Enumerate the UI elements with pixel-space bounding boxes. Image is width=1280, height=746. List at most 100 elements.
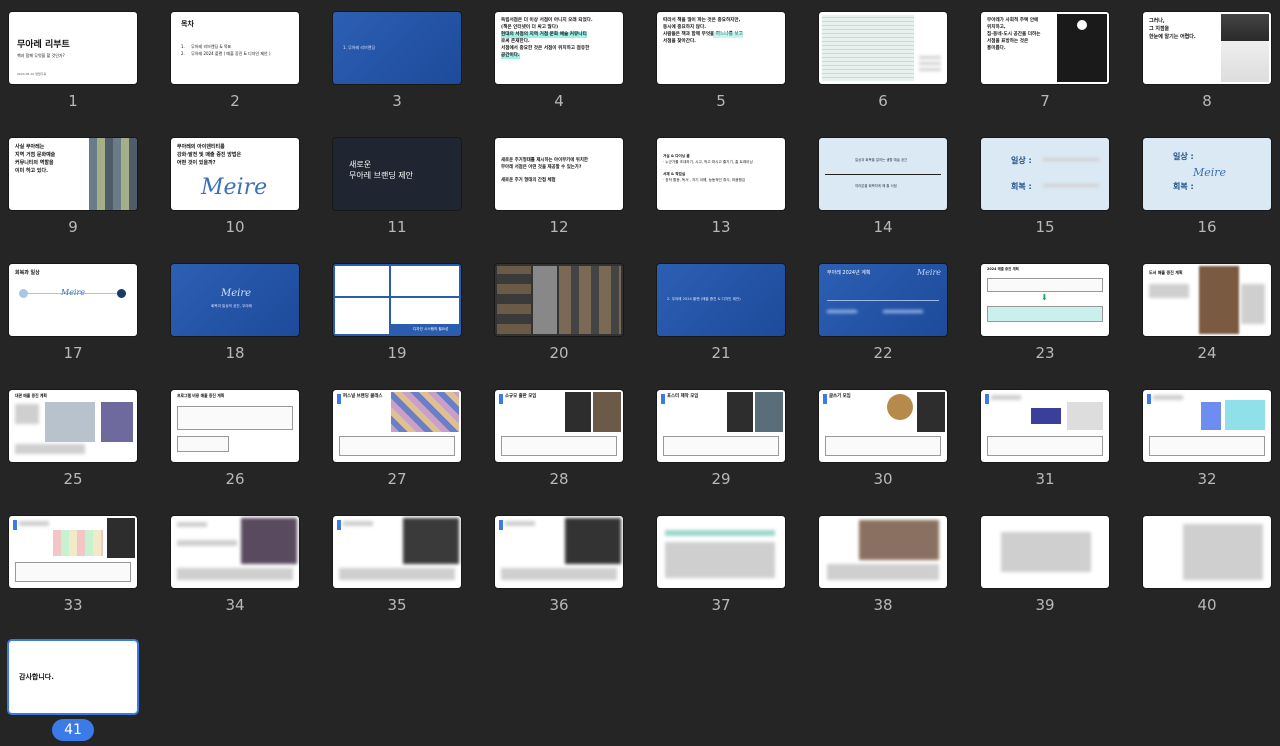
- slide-thumbnail[interactable]: 무아레 2024년 계획 Meire 22: [819, 264, 951, 368]
- slide-thumbnail[interactable]: 목차 1. 무아레 리브랜딩 & 목표 2. 무아레 2024 플랜 ( 매출 …: [171, 12, 303, 116]
- slide-thumbnail[interactable]: 무아레 리부트 책과 함께 무엇을 할 것인가? 2024.05.10 영업기획…: [9, 12, 141, 116]
- slide-thumbnail[interactable]: 프로그램 비용 매출 증진 계획 26: [171, 390, 303, 494]
- slide-thumbnail[interactable]: 1. 무아레 리브랜딩 3: [333, 12, 465, 116]
- slide-12-preview[interactable]: 새로운 주거형태를 제시하는 아이부키에 위치한 무아레 서점은 어떤 것을 제…: [495, 138, 623, 210]
- slide-thumbnail[interactable]: 그러나, 그 지점을 한눈에 알기는 어렵다. 8: [1143, 12, 1275, 116]
- slide-7-preview[interactable]: 무아레가 사회적 주택 안에 위치하고, 집-동네-도시 공간을 더하는 서점을…: [981, 12, 1109, 84]
- slide-22-preview[interactable]: 무아레 2024년 계획 Meire: [819, 264, 947, 336]
- slide-11-preview[interactable]: 새로운 무아레 브랜딩 제안: [333, 138, 461, 210]
- slide-29-preview[interactable]: 포스터 제작 모임: [657, 390, 785, 462]
- slide-32-preview[interactable]: [1143, 390, 1271, 462]
- slide-15-preview[interactable]: 일상 : 회복 :: [981, 138, 1109, 210]
- slide-thumbnail[interactable]: 2024 매출 증진 계획 ⬇ 23: [981, 264, 1113, 368]
- slide-thumbnail[interactable]: 35: [333, 516, 465, 620]
- slide-thumbnail[interactable]: 회복과 일상 Meire 17: [9, 264, 141, 368]
- slide-thumbnail[interactable]: 37: [657, 516, 789, 620]
- slide-1-preview[interactable]: 무아레 리부트 책과 함께 무엇을 할 것인가? 2024.05.10 영업기획: [9, 12, 137, 84]
- slide-19-preview[interactable]: 디자인 시스템의 필요성: [333, 264, 461, 336]
- slide-18-preview[interactable]: Meire 회복과 일상의 공간, 무아레: [171, 264, 299, 336]
- slide-28-preview[interactable]: 소규모 출판 모임: [495, 390, 623, 462]
- slide-25-preview[interactable]: 대관 매출 증진 계획: [9, 390, 137, 462]
- slide-41-preview[interactable]: 감사합니다.: [9, 641, 137, 713]
- slide-21-preview[interactable]: 2. 무아레 2024 플랜 (매출 증진 & 디자인 제안): [657, 264, 785, 336]
- slide-39-preview[interactable]: [981, 516, 1109, 588]
- slide-27-preview[interactable]: 퍼스널 브랜딩 클래스: [333, 390, 461, 462]
- slide-number: 16: [1197, 218, 1217, 236]
- slide-9-preview[interactable]: 사실 무아레는 지역 거점 문화예술 커뮤니티의 역할을 이미 하고 있다.: [9, 138, 137, 210]
- slide-thumbnail[interactable]: 무아레의 아이덴티티를 강화·발전 및 매출 증진 방법은 어떤 것이 있을까?…: [171, 138, 303, 242]
- photo: [101, 402, 133, 442]
- slide-30-preview[interactable]: 글쓰기 모임: [819, 390, 947, 462]
- slide-34-preview[interactable]: [171, 516, 299, 588]
- slide-24-preview[interactable]: 도서 매출 증진 계획: [1143, 264, 1271, 336]
- slide-thumbnail[interactable]: 6: [819, 12, 951, 116]
- slide-thumbnail[interactable]: 33: [9, 516, 141, 620]
- slide-thumbnail[interactable]: 2. 무아레 2024 플랜 (매출 증진 & 디자인 제안) 21: [657, 264, 789, 368]
- blurred-table: [339, 568, 455, 580]
- slide-thumbnail[interactable]: 31: [981, 390, 1113, 494]
- slide-thumbnail[interactable]: 38: [819, 516, 951, 620]
- slide-4-preview[interactable]: 독립서점은 더 이상 서점이 아니지 오래 되었다. (책은 인터넷이 더 싸고…: [495, 12, 623, 84]
- slide-6-preview[interactable]: [819, 12, 947, 84]
- slide-thumbnail[interactable]: 거실 & 다이닝 룸 · 누군가를 초대하기, 시고, 먹고 마시고 즐기기, …: [657, 138, 789, 242]
- slide-thumbnail[interactable]: 도서 매출 증진 계획 24: [1143, 264, 1275, 368]
- slide-17-preview[interactable]: 회복과 일상 Meire: [9, 264, 137, 336]
- slide-thumbnail[interactable]: 일상 : 회복 : 15: [981, 138, 1113, 242]
- slide-line: (책은 인터넷이 더 싸고 많다): [501, 25, 559, 30]
- slide-thumbnail[interactable]: 39: [981, 516, 1113, 620]
- slide-16-preview[interactable]: 일상 : Meire 회복 :: [1143, 138, 1271, 210]
- slide-number: 38: [873, 596, 893, 614]
- slide-23-preview[interactable]: 2024 매출 증진 계획 ⬇: [981, 264, 1109, 336]
- slide-thumbnail[interactable]: 새로운 무아레 브랜딩 제안 11: [333, 138, 465, 242]
- slide-thumbnail[interactable]: 32: [1143, 390, 1275, 494]
- slide-thumbnail[interactable]: 따라서 책을 많이 파는 것은 중요하지만, 동시에 중요하지 않다. 사람들은…: [657, 12, 789, 116]
- slide-thumbnail[interactable]: 무아레가 사회적 주택 안에 위치하고, 집-동네-도시 공간을 더하는 서점을…: [981, 12, 1113, 116]
- slide-26-preview[interactable]: 프로그램 비용 매출 증진 계획: [171, 390, 299, 462]
- slide-14-preview[interactable]: 일상과 회복을 말하는 생활 예술 공간 여러분을 회복하게 해 줄 서점: [819, 138, 947, 210]
- slide-37-preview[interactable]: [657, 516, 785, 588]
- slide-line: 무아레가 사회적 주택 안에: [987, 18, 1039, 23]
- phone-screenshot: [917, 392, 945, 432]
- slide-thumbnail[interactable]: 포스터 제작 모임 29: [657, 390, 789, 494]
- slide-thumbnail[interactable]: 새로운 주거형태를 제시하는 아이부키에 위치한 무아레 서점은 어떤 것을 제…: [495, 138, 627, 242]
- photo-collage: [89, 138, 137, 210]
- blurred-content: [1149, 284, 1189, 298]
- slide-thumbnail[interactable]: 34: [171, 516, 303, 620]
- slide-13-preview[interactable]: 거실 & 다이닝 룸 · 누군가를 초대하기, 시고, 먹고 마시고 즐기기, …: [657, 138, 785, 210]
- slide-thumbnail[interactable]: 40: [1143, 516, 1275, 620]
- slide-38-preview[interactable]: [819, 516, 947, 588]
- slide-number: 25: [63, 470, 83, 488]
- slide-35-preview[interactable]: [333, 516, 461, 588]
- slide-thumbnail[interactable]: 글쓰기 모임 30: [819, 390, 951, 494]
- slide-thumbnail[interactable]: 대관 매출 증진 계획 25: [9, 390, 141, 494]
- slide-36-preview[interactable]: [495, 516, 623, 588]
- slide-thumbnail[interactable]: 디자인 시스템의 필요성 19: [333, 264, 465, 368]
- slide-5-preview[interactable]: 따라서 책을 많이 파는 것은 중요하지만, 동시에 중요하지 않다. 사람들은…: [657, 12, 785, 84]
- slide-thumbnail[interactable]: Meire 회복과 일상의 공간, 무아레 18: [171, 264, 303, 368]
- slide-title: 퍼스널 브랜딩 클래스: [343, 394, 383, 399]
- slide-10-preview[interactable]: 무아레의 아이덴티티를 강화·발전 및 매출 증진 방법은 어떤 것이 있을까?…: [171, 138, 299, 210]
- slide-3-preview[interactable]: 1. 무아레 리브랜딩: [333, 12, 461, 84]
- slide-thumbnail[interactable]: 퍼스널 브랜딩 클래스 27: [333, 390, 465, 494]
- slide-33-preview[interactable]: [9, 516, 137, 588]
- slide-2-preview[interactable]: 목차 1. 무아레 리브랜딩 & 목표 2. 무아레 2024 플랜 ( 매출 …: [171, 12, 299, 84]
- slide-thumbnail[interactable]: 20: [495, 264, 627, 368]
- timeline-line: [827, 300, 939, 301]
- slide-number-selected-badge: 41: [52, 719, 94, 741]
- slide-thumbnail[interactable]: 일상과 회복을 말하는 생활 예술 공간 여러분을 회복하게 해 줄 서점 14: [819, 138, 951, 242]
- slide-8-preview[interactable]: 그러나, 그 지점을 한눈에 알기는 어렵다.: [1143, 12, 1271, 84]
- accent-bar: [823, 394, 827, 404]
- slide-31-preview[interactable]: [981, 390, 1109, 462]
- slide-line: 여러분을 회복하게 해 줄 서점: [855, 184, 897, 188]
- slide-20-preview[interactable]: [495, 264, 623, 336]
- design-sample: [335, 266, 389, 296]
- slide-title: 2024 매출 증진 계획: [987, 267, 1019, 271]
- slide-thumbnail[interactable]: 36: [495, 516, 627, 620]
- slide-thumbnail[interactable]: 독립서점은 더 이상 서점이 아니지 오래 되었다. (책은 인터넷이 더 싸고…: [495, 12, 627, 116]
- slide-thumbnail-selected[interactable]: 감사합니다. 41: [9, 641, 141, 745]
- slide-thumbnail[interactable]: 일상 : Meire 회복 : 16: [1143, 138, 1275, 242]
- slide-number: 23: [1035, 344, 1055, 362]
- slide-thumbnail[interactable]: 사실 무아레는 지역 거점 문화예술 커뮤니티의 역할을 이미 하고 있다. 9: [9, 138, 141, 242]
- slide-40-preview[interactable]: [1143, 516, 1271, 588]
- slide-thumbnail[interactable]: 소규모 출판 모임 28: [495, 390, 627, 494]
